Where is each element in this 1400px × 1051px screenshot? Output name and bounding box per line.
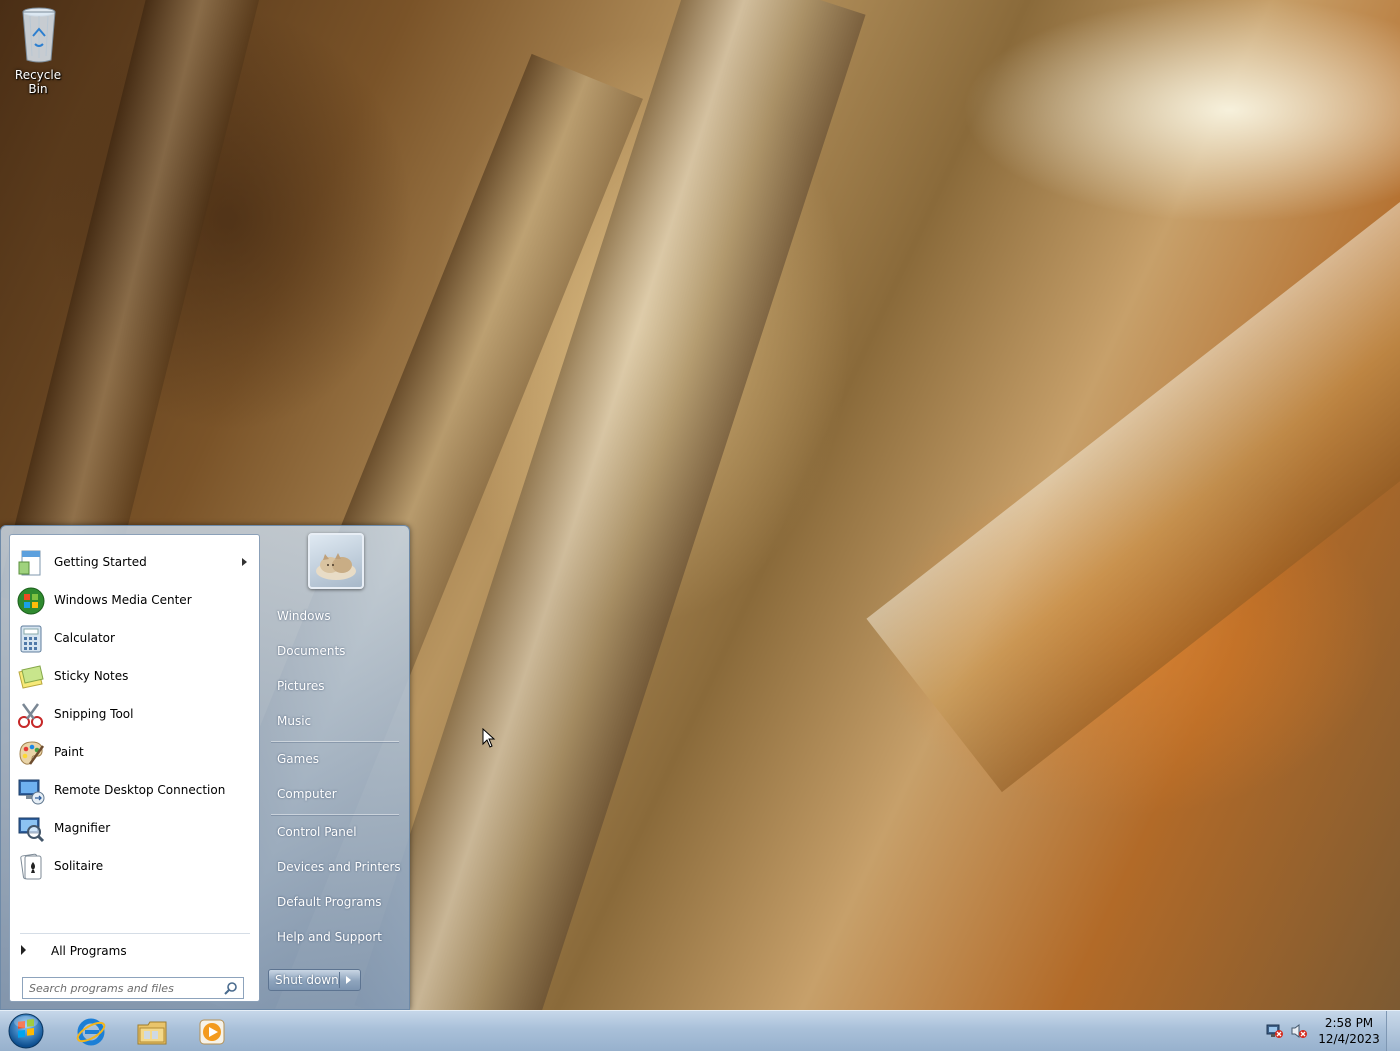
start-link-label: Windows <box>277 609 331 623</box>
clock-time: 2:58 PM <box>1324 1016 1374 1030</box>
start-link-windows[interactable]: Windows <box>267 604 403 630</box>
getting-started-icon <box>18 550 41 576</box>
program-label: Sticky Notes <box>54 669 129 683</box>
taskbar-windows-media-player-button[interactable] <box>183 1013 239 1049</box>
start-menu-programs-pane: Getting Started Windows Media Center Cal… <box>9 534 260 1002</box>
program-remote-desktop-connection[interactable]: Remote Desktop Connection <box>12 773 257 809</box>
start-link-documents[interactable]: Documents <box>267 639 403 665</box>
start-link-label: Default Programs <box>277 895 382 909</box>
kitten-avatar-icon <box>316 553 356 580</box>
remote-desktop-icon <box>18 779 45 805</box>
start-link-default-programs[interactable]: Default Programs <box>267 890 403 916</box>
start-button[interactable] <box>6 1012 46 1050</box>
start-link-control-panel[interactable]: Control Panel <box>267 820 403 846</box>
solitaire-icon <box>20 853 42 880</box>
wallpaper-panel <box>866 187 1400 793</box>
start-link-label: Computer <box>277 787 337 801</box>
windows-media-player-icon <box>199 1019 225 1045</box>
show-desktop-button[interactable] <box>1386 1011 1400 1051</box>
desktop-icon-recycle-bin[interactable]: Recycle Bin <box>4 6 72 96</box>
start-link-games[interactable]: Games <box>267 747 403 773</box>
program-label: Solitaire <box>54 859 104 873</box>
submenu-arrow-icon[interactable] <box>242 558 247 566</box>
program-paint[interactable]: Paint <box>12 735 257 771</box>
start-link-label: Games <box>277 752 319 766</box>
program-magnifier[interactable]: Magnifier <box>12 811 257 847</box>
snipping-tool-icon <box>18 703 43 728</box>
start-link-devices-and-printers[interactable]: Devices and Printers <box>267 855 403 881</box>
program-sticky-notes[interactable]: Sticky Notes <box>12 659 257 695</box>
system-clock[interactable]: 2:58 PM 12/4/2023 <box>1310 1015 1388 1047</box>
program-windows-media-center[interactable]: Windows Media Center <box>12 583 257 619</box>
search-icon[interactable] <box>224 981 238 995</box>
paint-icon <box>19 741 45 765</box>
search-input[interactable] <box>29 979 219 997</box>
user-account-picture[interactable] <box>308 533 364 589</box>
taskbar-windows-explorer-button[interactable] <box>122 1013 178 1049</box>
all-programs-button[interactable]: All Programs <box>12 939 257 963</box>
search-box[interactable] <box>22 977 244 999</box>
desktop-icon-label: Recycle Bin <box>14 68 62 96</box>
network-disconnected-icon[interactable] <box>1266 1023 1284 1039</box>
windows-explorer-icon <box>137 1021 167 1045</box>
recycle-bin-icon <box>22 7 56 63</box>
internet-explorer-icon <box>76 1018 106 1046</box>
taskbar: 2:58 PM 12/4/2023 <box>0 1010 1400 1051</box>
magnifier-icon <box>18 817 45 843</box>
program-label: Getting Started <box>54 555 147 569</box>
all-programs-label: All Programs <box>51 944 127 958</box>
start-link-label: Devices and Printers <box>277 860 401 874</box>
volume-muted-icon[interactable] <box>1290 1023 1308 1039</box>
right-pane-separator <box>271 814 399 815</box>
program-snipping-tool[interactable]: Snipping Tool <box>12 697 257 733</box>
program-label: Snipping Tool <box>54 707 134 721</box>
windows-media-center-icon <box>17 587 45 615</box>
shut-down-button[interactable]: Shut down <box>268 969 361 991</box>
program-label: Paint <box>54 745 84 759</box>
start-link-pictures[interactable]: Pictures <box>267 674 403 700</box>
program-calculator[interactable]: Calculator <box>12 621 257 657</box>
shut-down-label: Shut down <box>275 973 339 987</box>
start-link-label: Control Panel <box>277 825 357 839</box>
start-link-label: Pictures <box>277 679 325 693</box>
shut-down-options-arrow-icon[interactable] <box>346 976 351 984</box>
start-link-help-and-support[interactable]: Help and Support <box>267 925 403 951</box>
program-label: Calculator <box>54 631 115 645</box>
start-link-label: Music <box>277 714 312 728</box>
right-pane-separator <box>271 741 399 742</box>
taskbar-internet-explorer-button[interactable] <box>62 1013 118 1049</box>
mouse-cursor-icon <box>482 728 496 748</box>
shut-down-divider <box>339 972 340 988</box>
clock-date: 12/4/2023 <box>1318 1032 1380 1046</box>
start-link-label: Documents <box>277 644 346 658</box>
start-link-computer[interactable]: Computer <box>267 782 403 808</box>
program-label: Windows Media Center <box>54 593 192 607</box>
arrow-right-icon <box>21 945 26 955</box>
start-menu: Getting Started Windows Media Center Cal… <box>0 525 410 1010</box>
programs-separator <box>20 933 250 934</box>
start-link-music[interactable]: Music <box>267 709 403 735</box>
program-label: Remote Desktop Connection <box>54 783 226 797</box>
calculator-icon <box>20 625 42 653</box>
sticky-notes-icon <box>18 665 44 689</box>
start-link-label: Help and Support <box>277 930 382 944</box>
program-getting-started[interactable]: Getting Started <box>12 545 257 581</box>
program-solitaire[interactable]: Solitaire <box>12 849 257 885</box>
program-label: Magnifier <box>54 821 111 835</box>
